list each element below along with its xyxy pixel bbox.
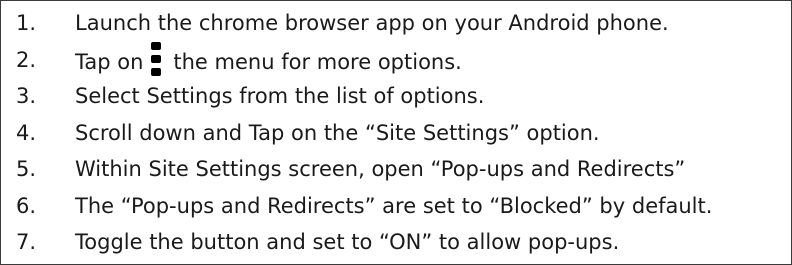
step-number: 7.: [16, 230, 37, 254]
step-text: The “Pop-ups and Redirects” are set to “…: [75, 193, 713, 218]
step-number: 5.: [16, 157, 37, 181]
kebab-menu-icon: [151, 41, 162, 76]
step-text: Toggle the button and set to “ON” to all…: [75, 230, 620, 254]
step-number: 3.: [16, 84, 37, 108]
step-number: 6.: [16, 193, 37, 218]
step-text: Launch the chrome browser app on your An…: [75, 11, 669, 35]
step-text: Tap on the menu for more options.: [75, 41, 462, 81]
step-text-before-icon: Tap on: [75, 49, 144, 74]
step-number: 2.: [16, 47, 37, 72]
instructions-box: 1. Launch the chrome browser app on your…: [0, 0, 792, 265]
step-text: Select Settings from the list of options…: [75, 84, 485, 108]
step-number: 4.: [16, 120, 37, 145]
step-text: Scroll down and Tap on the “Site Setting…: [75, 120, 600, 145]
step-text: Within Site Settings screen, open “Pop-u…: [75, 157, 686, 181]
step-text-after-icon: the menu for more options.: [173, 49, 462, 74]
step-number: 1.: [16, 11, 37, 35]
